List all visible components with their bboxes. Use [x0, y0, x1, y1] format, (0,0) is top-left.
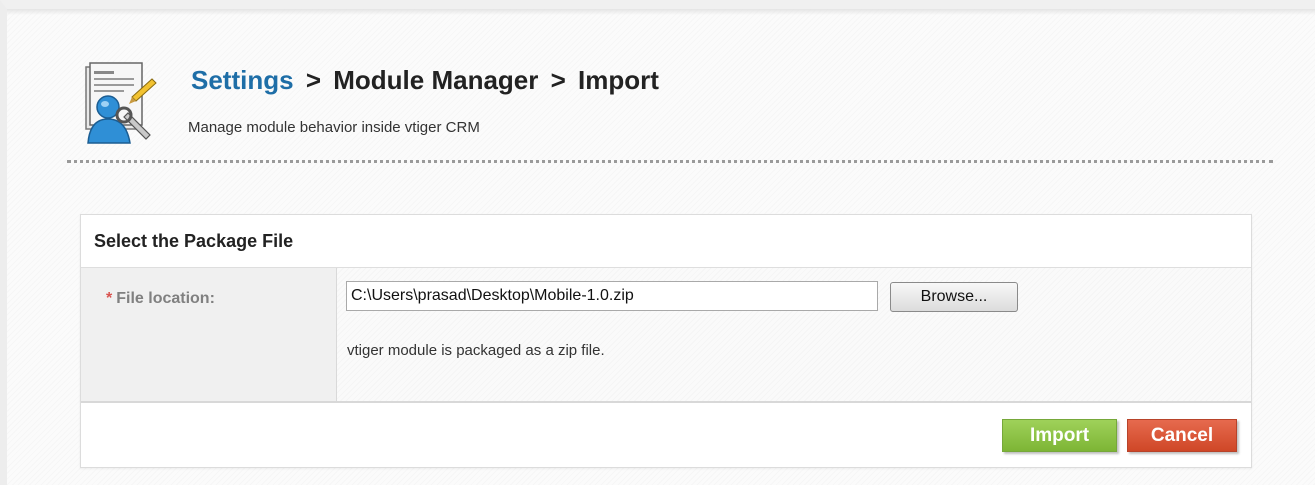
top-shadow — [7, 9, 1315, 15]
file-location-label: * File location: — [81, 268, 337, 401]
breadcrumb-separator: > — [305, 65, 321, 95]
required-marker: * — [106, 290, 113, 307]
settings-tools-icon — [85, 62, 157, 144]
cancel-button[interactable]: Cancel — [1127, 419, 1237, 452]
breadcrumb-settings-link[interactable]: Settings — [191, 65, 294, 95]
import-panel: Select the Package File * File location: … — [80, 214, 1252, 468]
breadcrumb-separator: > — [550, 65, 566, 95]
breadcrumb-import: Import — [578, 65, 659, 95]
file-path-input[interactable] — [346, 281, 878, 311]
file-help-text: vtiger module is packaged as a zip file. — [347, 342, 605, 359]
panel-title: Select the Package File — [81, 215, 1251, 268]
settings-page: Settings > Module Manager > Import Manag… — [0, 0, 1315, 485]
page-subtitle: Manage module behavior inside vtiger CRM — [188, 119, 480, 136]
import-button[interactable]: Import — [1002, 419, 1117, 452]
breadcrumb-module-manager: Module Manager — [333, 65, 539, 95]
file-location-row: *File location: Browse... vtiger module … — [81, 268, 1251, 403]
dotted-divider — [67, 160, 1273, 163]
browse-button[interactable]: Browse... — [890, 282, 1018, 312]
breadcrumb: Settings > Module Manager > Import — [191, 65, 659, 96]
file-location-label-text: File location: — [116, 290, 215, 307]
panel-footer: Import Cancel — [81, 403, 1251, 467]
file-location-value-cell: Browse... vtiger module is packaged as a… — [337, 268, 1251, 401]
